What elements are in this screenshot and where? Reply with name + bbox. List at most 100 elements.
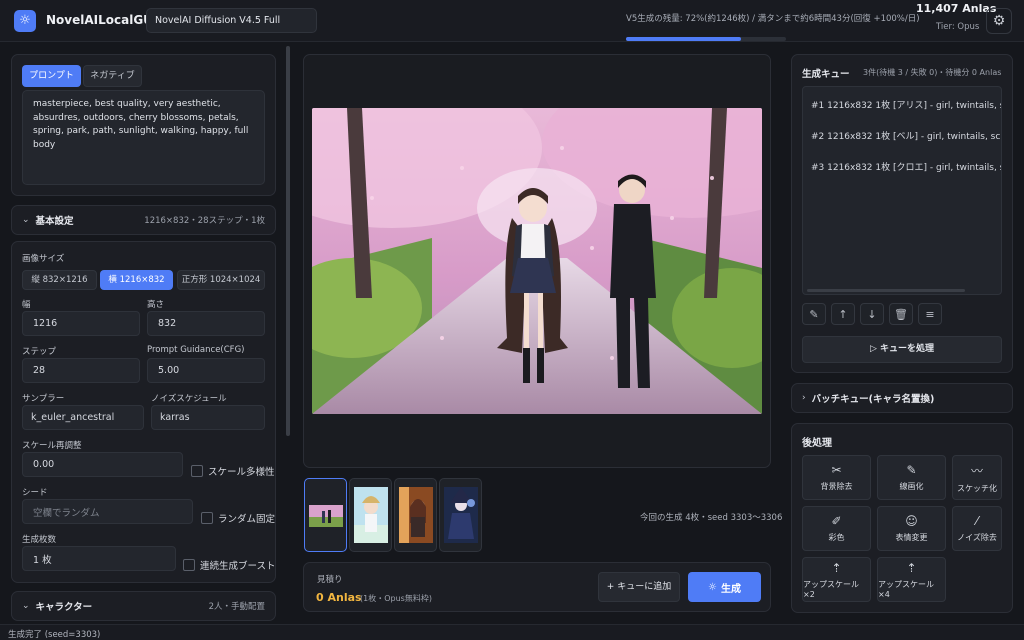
width-input[interactable]: 1216	[22, 311, 140, 336]
arrow-down-icon[interactable]: ↓	[860, 303, 884, 325]
lineart-button[interactable]: ✎ 線画化	[877, 455, 946, 500]
quota-bar	[626, 37, 786, 41]
queue-list: #1 1216x832 1枚 [アリス] - girl, twintails, …	[802, 86, 1002, 295]
anlas-balance: 11,407 Anlas	[916, 2, 997, 15]
character-header[interactable]: ⌄ キャラクター 2人・手動配置	[11, 591, 276, 621]
sampler-label: サンプラー	[22, 394, 65, 404]
height-label: 高さ	[147, 300, 165, 310]
left-scrollbar[interactable]	[286, 46, 290, 436]
steps-input[interactable]: 28	[22, 358, 140, 383]
chevron-right-icon: ›	[802, 393, 806, 403]
quota-fill	[626, 37, 742, 41]
count-label: 生成枚数	[22, 535, 57, 545]
cfg-input[interactable]: 5.00	[147, 358, 265, 383]
batch-queue-header[interactable]: › バッチキュー(キャラ名置換)	[791, 383, 1013, 413]
pen-icon: ✎	[906, 463, 917, 477]
generated-image[interactable]	[312, 108, 762, 414]
random-fix-label: ランダム固定	[218, 514, 276, 525]
seed-input[interactable]: 空欄でランダム	[22, 499, 193, 524]
queue-item[interactable]: #2 1216x832 1枚 [ベル] - girl, twintails, s…	[811, 129, 1001, 142]
upscale-4x-button[interactable]: ⇡ アップスケール ×4	[877, 557, 946, 602]
queue-summary: 3件(待機 3 / 失敗 0)・待機分 0 Anlas	[863, 68, 1002, 77]
estimate-label: 見積り	[317, 575, 343, 585]
prompt-textarea[interactable]: masterpiece, best quality, very aestheti…	[22, 90, 265, 185]
upload-icon: ⇡	[906, 560, 917, 575]
history-info: 今回の生成 4枚・seed 3303〜3306	[640, 513, 783, 523]
boost-checkbox[interactable]	[183, 559, 195, 571]
seed-label: シード	[22, 488, 48, 498]
chevron-down-icon: ⌄	[22, 215, 30, 225]
smile-icon: ☺	[905, 514, 918, 528]
remove-background-button[interactable]: ✂ 背景除去	[802, 455, 871, 500]
chevron-down-icon: ⌄	[22, 601, 30, 611]
character-title: キャラクター	[35, 602, 93, 613]
queue-toolbar: ✎ ↑ ↓ 🗑 ≡	[802, 303, 942, 325]
rescale-label: スケール再調整	[22, 441, 82, 451]
sampler-select[interactable]: k_euler_ancestral	[22, 405, 144, 430]
denoise-button[interactable]: ⁄ ノイズ除去	[952, 506, 1002, 551]
estimate-value: 0 Anlas	[316, 591, 362, 604]
width-label: 幅	[22, 300, 31, 310]
estimate-note: (1枚・Opus無料枠)	[360, 594, 432, 603]
size-landscape-button[interactable]: 横 1216×832	[100, 270, 173, 290]
emotion-button[interactable]: ☺ 表情変更	[877, 506, 946, 551]
clear-list-icon[interactable]: ≡	[918, 303, 942, 325]
queue-scrollbar[interactable]	[807, 289, 965, 292]
queue-item[interactable]: #3 1216x832 1枚 [クロエ] - girl, twintails, …	[811, 160, 1001, 173]
random-fix-checkbox[interactable]	[201, 512, 213, 524]
scissors-icon: ✂	[831, 463, 842, 477]
trash-icon[interactable]: 🗑	[889, 303, 913, 325]
queue-item[interactable]: #1 1216x832 1枚 [アリス] - girl, twintails, …	[811, 98, 1001, 111]
gear-icon[interactable]: ⚙	[986, 8, 1012, 34]
basic-settings-summary: 1216×832・28ステップ・1枚	[144, 216, 265, 226]
size-portrait-button[interactable]: 縦 832×1216	[22, 270, 97, 290]
size-square-button[interactable]: 正方形 1024×1024	[177, 270, 265, 290]
variety-label: スケール多様性	[208, 467, 275, 478]
boost-label: 連続生成ブースト	[200, 561, 276, 572]
basic-settings-title: 基本設定	[35, 216, 74, 227]
model-select[interactable]: NovelAI Diffusion V4.5 Full	[146, 8, 317, 33]
postprocess-title: 後処理	[802, 438, 832, 449]
colorize-button[interactable]: ✐ 彩色	[802, 506, 871, 551]
add-queue-button[interactable]: + キューに追加	[598, 572, 680, 602]
tab-prompt[interactable]: プロンプト	[22, 65, 81, 87]
generate-label: 生成	[720, 583, 741, 595]
upscale-2x-button[interactable]: ⇡ アップスケール ×2	[802, 557, 871, 602]
noise-select[interactable]: karras	[151, 405, 265, 430]
thumbnail-3[interactable]	[394, 478, 437, 552]
status-bar: 生成完了 (seed=3303)	[0, 624, 1024, 640]
upload-icon: ⇡	[831, 560, 842, 575]
sketch-button[interactable]: 〰スケッチ化	[952, 455, 1002, 500]
steps-label: ステップ	[22, 347, 57, 357]
height-input[interactable]: 832	[147, 311, 265, 336]
basic-settings-header[interactable]: ⌄ 基本設定 1216×832・28ステップ・1枚	[11, 205, 276, 235]
app-logo-icon: ☼	[14, 10, 36, 32]
size-label: 画像サイズ	[22, 254, 65, 264]
tab-negative[interactable]: ネガティブ	[83, 65, 142, 87]
app-title: NovelAILocalGUI	[46, 13, 158, 27]
generate-button[interactable]: ☼ 生成	[688, 572, 761, 602]
cfg-label: Prompt Guidance(CFG)	[147, 345, 245, 355]
sparkle-icon: ☼	[708, 581, 717, 593]
thumbnail-1[interactable]	[304, 478, 347, 552]
character-summary: 2人・手動配置	[208, 602, 265, 612]
random-fix-checkbox-row[interactable]: ランダム固定	[201, 511, 275, 525]
queue-title: 生成キュー	[802, 69, 850, 80]
tier-label: Tier: Opus	[936, 22, 980, 32]
thumbnail-4[interactable]	[439, 478, 482, 552]
wand-icon: ⁄	[975, 514, 978, 528]
process-queue-button[interactable]: ▷ キューを処理	[802, 336, 1002, 363]
batch-queue-title: バッチキュー(キャラ名置換)	[811, 394, 935, 405]
variety-checkbox[interactable]	[191, 465, 203, 477]
brush-icon: ✐	[831, 514, 842, 528]
thumbnail-2[interactable]	[349, 478, 392, 552]
count-input[interactable]: 1 枚	[22, 546, 176, 571]
variety-checkbox-row[interactable]: スケール多様性	[191, 464, 275, 478]
noise-label: ノイズスケジュール	[151, 394, 227, 404]
quota-text: V5生成の残量: 72%(約1246枚) / 満タンまで約6時間43分(回復 +…	[626, 14, 920, 24]
arrow-up-icon[interactable]: ↑	[831, 303, 855, 325]
boost-checkbox-row[interactable]: 連続生成ブースト	[183, 558, 276, 572]
sketch-icon: 〰	[970, 463, 983, 478]
rescale-input[interactable]: 0.00	[22, 452, 183, 477]
edit-icon[interactable]: ✎	[802, 303, 826, 325]
